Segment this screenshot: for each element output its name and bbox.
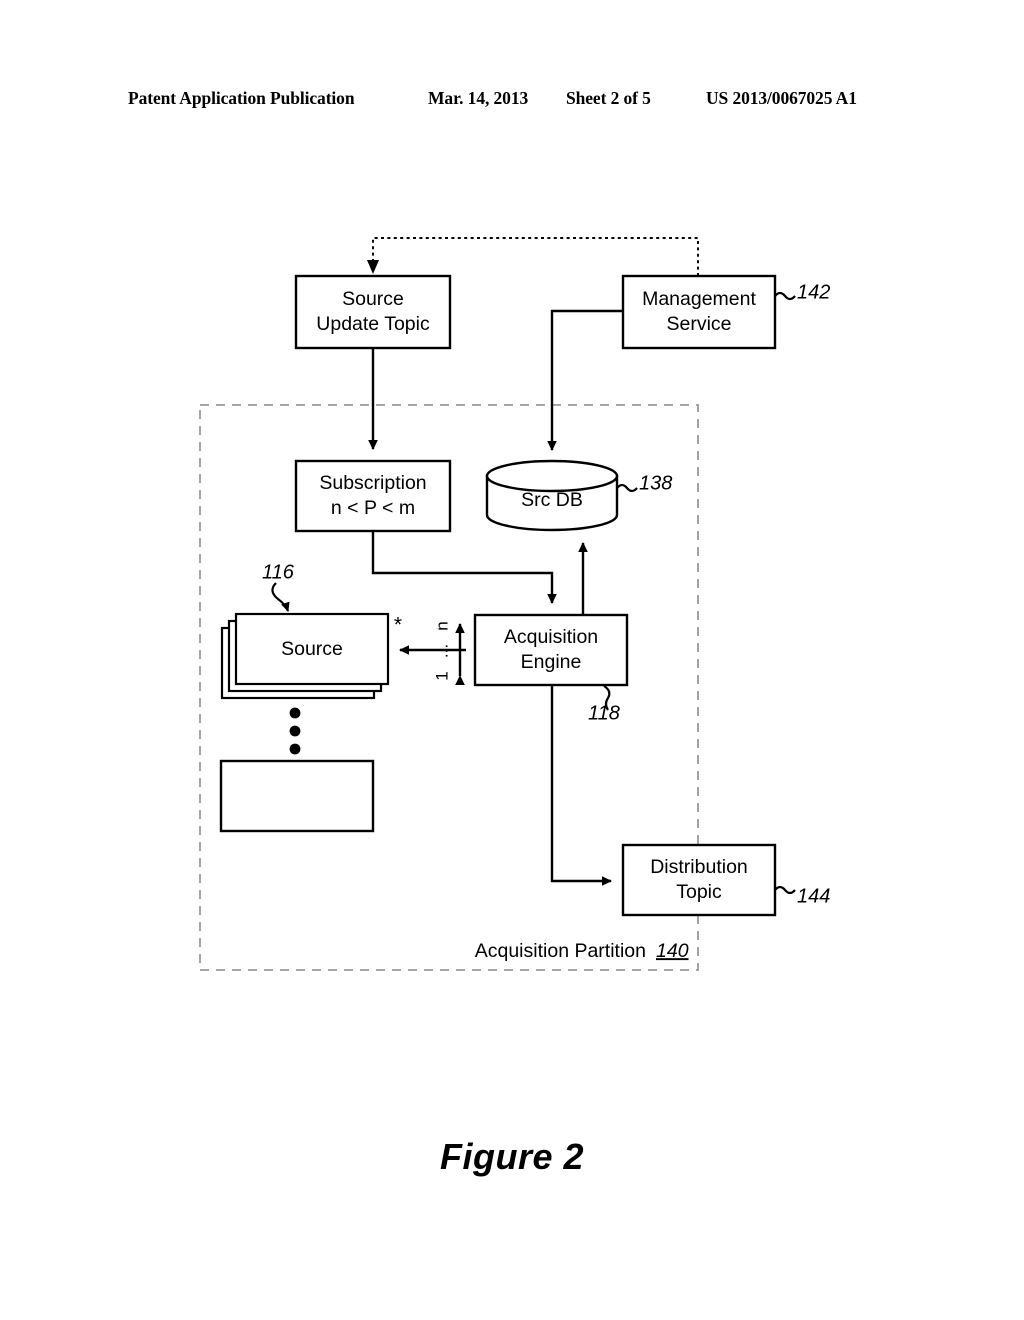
source-multiplicity-star: * (394, 614, 402, 637)
node-source-update-topic: Source Update Topic (294, 274, 452, 350)
node-subscription: Subscription n < P < m (294, 459, 452, 533)
ref-number-138: 138 (639, 472, 672, 494)
node-src-db: Src DB (485, 459, 619, 532)
node-acquisition-engine: Acquisition Engine (473, 613, 629, 687)
figure-caption: Figure 2 (439, 1136, 585, 1177)
node-management-service: Management Service (621, 274, 777, 350)
leader-142 (774, 291, 796, 301)
acquisition-engine-label-line1: Acquisition (504, 626, 598, 648)
distribution-topic-label-line2: Topic (676, 881, 722, 903)
ellipsis-dot (289, 725, 301, 737)
node-distribution-topic: Distribution Topic (621, 843, 777, 917)
partition-ref-number: 140 (656, 940, 689, 962)
source-multiplicity-low: 1 (432, 671, 451, 680)
source-update-topic-label-line1: Source (342, 288, 404, 310)
ellipsis-dot (289, 707, 301, 719)
ref-number-116: 116 (262, 561, 295, 583)
management-service-label-line2: Service (666, 313, 731, 335)
edge-subscription-to-acquisition-engine (371, 531, 557, 605)
subscription-label-line2: n < P < m (331, 497, 415, 519)
leader-138 (616, 483, 638, 493)
source-multiplicity-ellipsis: ... (432, 644, 451, 658)
edge-management-service-to-source-update-topic (372, 237, 699, 276)
source-label: Source (281, 638, 343, 660)
ref-number-118: 118 (588, 702, 620, 724)
src-db-label: Src DB (521, 489, 583, 511)
partition-label: Acquisition Partition (475, 940, 646, 962)
acquisition-engine-label-line2: Engine (521, 651, 582, 673)
ref-number-144: 144 (797, 885, 830, 907)
node-source-stack: Source (220, 612, 390, 700)
node-empty-source (219, 759, 375, 833)
source-multiplicity-high: n (432, 621, 451, 630)
edge-management-service-to-src-db (547, 309, 623, 452)
leader-144 (774, 885, 796, 895)
figure-diagram: Source Update Topic Management Service 1… (199, 237, 830, 971)
arrowhead-source-update-topic (367, 260, 379, 274)
ref-number-142: 142 (797, 281, 830, 303)
management-service-label-line1: Management (642, 288, 756, 310)
subscription-label-line1: Subscription (319, 472, 426, 494)
ellipsis-dot (289, 743, 301, 755)
source-update-topic-label-line2: Update Topic (316, 313, 430, 335)
leader-116 (271, 582, 290, 612)
distribution-topic-label-line1: Distribution (650, 856, 748, 878)
